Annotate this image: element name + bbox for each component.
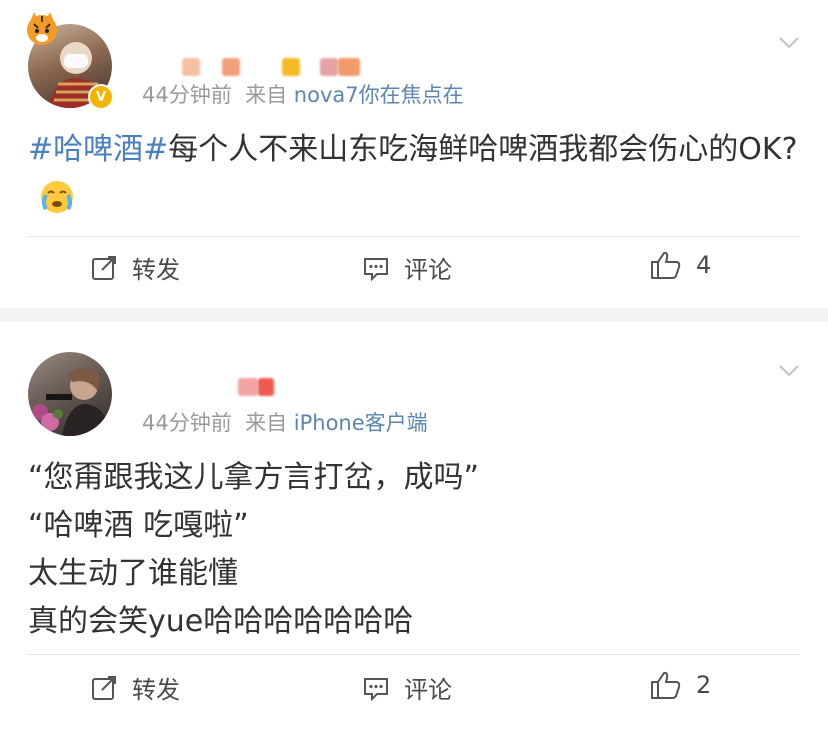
- verified-badge-icon: V: [88, 84, 114, 110]
- crying-face-emoji: [41, 180, 73, 213]
- like-button[interactable]: 2: [650, 670, 711, 700]
- comment-icon: [364, 677, 388, 701]
- repost-label: 转发: [132, 256, 180, 284]
- like-count: 2: [696, 671, 712, 699]
- thumbs-up-icon: [651, 671, 681, 699]
- username-blur: [258, 378, 274, 396]
- repost-icon: [92, 255, 116, 280]
- like-count: 4: [696, 251, 712, 279]
- post-meta: 44分钟前 来自 nova7你在焦点在: [142, 79, 464, 109]
- like-button[interactable]: 4: [650, 250, 711, 280]
- repost-button[interactable]: 转发: [90, 670, 180, 705]
- tiger-icon: [27, 12, 57, 45]
- post-line: “哈啤酒 吃嘎啦”: [28, 508, 249, 543]
- post-time: 44分钟前: [142, 411, 232, 435]
- comment-button[interactable]: 评论: [362, 670, 452, 705]
- action-bar: 转发 评论 4: [0, 250, 828, 290]
- comment-icon: [364, 257, 388, 281]
- comment-button[interactable]: 评论: [362, 250, 452, 285]
- username-blur: [282, 58, 300, 76]
- avatar[interactable]: [28, 352, 112, 436]
- post-source[interactable]: nova7你在焦点在: [294, 83, 464, 107]
- post-content: #哈啤酒#每个人不来山东吃海鲜哈啤酒我都会伤心的OK?: [28, 126, 798, 222]
- thumbs-up-icon: [651, 251, 681, 279]
- post-line: 真的会笑yue哈哈哈哈哈哈哈: [28, 604, 414, 639]
- post-content: “您甭跟我这儿拿方言打岔，成吗” “哈啤酒 吃嘎啦” 太生动了谁能懂 真的会笑y…: [28, 454, 798, 646]
- post-card-2: 44分钟前 来自 iPhone客户端 “您甭跟我这儿拿方言打岔，成吗” “哈啤酒…: [0, 322, 828, 730]
- post-source[interactable]: iPhone客户端: [294, 411, 428, 435]
- divider: [28, 654, 800, 655]
- action-bar: 转发 评论 2: [0, 670, 828, 710]
- post-line: “您甭跟我这儿拿方言打岔，成吗”: [28, 460, 480, 495]
- username-blur: [320, 58, 338, 76]
- post-via: 来自: [245, 411, 288, 435]
- repost-button[interactable]: 转发: [90, 250, 180, 285]
- chevron-down-icon[interactable]: [778, 364, 800, 378]
- divider: [28, 236, 800, 237]
- post-via: 来自: [245, 83, 288, 107]
- post-text: 每个人不来山东吃海鲜哈啤酒我都会伤心的OK?: [168, 132, 798, 167]
- comment-label: 评论: [404, 676, 452, 704]
- comment-label: 评论: [404, 256, 452, 284]
- hashtag-link[interactable]: #哈啤酒#: [28, 132, 168, 167]
- post-meta: 44分钟前 来自 iPhone客户端: [142, 407, 428, 437]
- username-blur[interactable]: [238, 378, 258, 396]
- chevron-down-icon[interactable]: [778, 36, 800, 50]
- post-time: 44分钟前: [142, 83, 232, 107]
- username-blur: [222, 58, 240, 76]
- username-blur[interactable]: [182, 58, 200, 76]
- post-card-1: V 44分钟前 来自 nova7你在焦点在 #哈啤酒#每个人不来山东吃海鲜哈啤酒…: [0, 0, 828, 308]
- username-blur: [338, 58, 360, 76]
- repost-label: 转发: [132, 676, 180, 704]
- post-line: 太生动了谁能懂: [28, 556, 238, 591]
- repost-icon: [92, 675, 116, 700]
